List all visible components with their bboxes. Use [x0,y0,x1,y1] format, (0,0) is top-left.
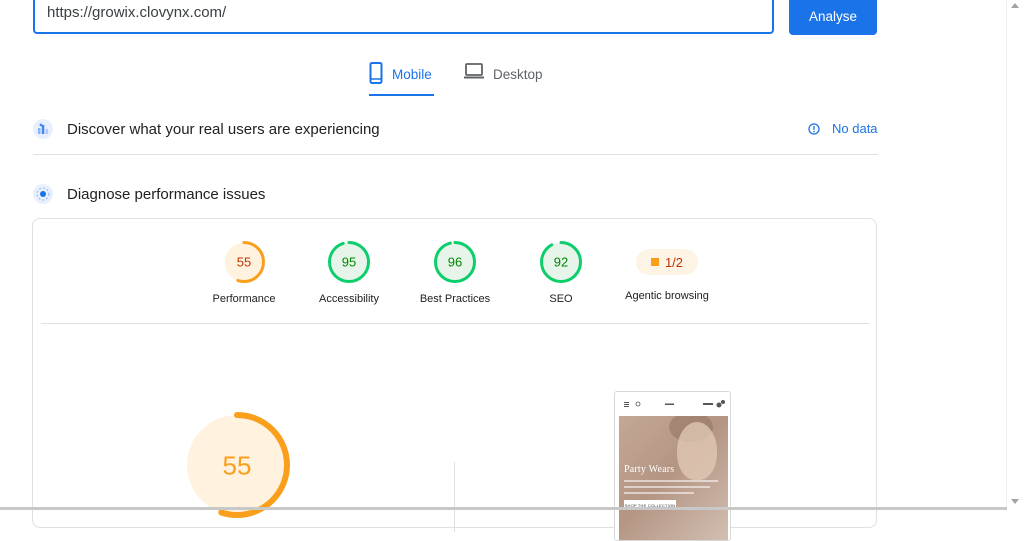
agentic-label: Agentic browsing [625,290,709,302]
diagnose-title: Diagnose performance issues [67,185,266,203]
tab-mobile-label: Mobile [392,67,432,82]
agentic-score-value: 1/2 [664,254,684,270]
average-square-icon [650,258,659,266]
no-data-link[interactable]: No data [808,121,878,136]
screenshot-nav [615,392,730,416]
crux-chart-icon [33,119,53,139]
tab-desktop[interactable]: Desktop [464,62,544,96]
report-card: 55 Performance 95 Accessibility 96 Best Pra… [32,218,877,541]
gauge-best-practices[interactable]: 96 Best Practices [400,239,510,305]
tab-mobile[interactable]: Mobile [369,62,434,96]
no-data-label: No data [832,121,878,136]
gauge-seo[interactable]: 92 SEO [506,239,616,305]
performance-main-gauge-score-value: 55 [223,450,252,480]
gauge-best-practices-ring: 96 [434,241,476,283]
lighthouse-icon [33,184,53,204]
gauge-performance-score-value: 55 [237,255,251,270]
info-icon [808,122,820,135]
gauge-accessibility-ring: 95 [328,241,370,283]
gauge-accessibility-score-value: 95 [342,255,356,270]
card-divider [41,323,869,324]
gauge-seo-ring: 92 [540,241,582,283]
vertical-separator [454,462,455,532]
page-screenshot: Party Wears SHOP THE COLLECTION [614,391,731,541]
gauge-best-practices-score-value: 96 [448,255,462,270]
gauge-agentic-browsing[interactable]: 1/2 Agentic browsing [612,239,722,302]
gauge-best-practices-label: Best Practices [419,293,491,305]
tab-desktop-label: Desktop [493,67,543,82]
section-divider [33,154,878,155]
smartphone-icon [369,62,383,84]
gauge-performance[interactable]: 55 Performance [189,239,299,305]
gauge-performance-ring: 55 [223,241,265,283]
vertical-scrollbar[interactable] [1006,0,1024,510]
diagnose-section: Diagnose performance issues [33,181,878,207]
gauge-seo-score-value: 92 [554,255,568,270]
laptop-icon [464,63,484,79]
real-users-section: Discover what your real users are experi… [33,116,878,142]
gauge-accessibility-label: Accessibility [319,293,379,305]
agentic-score-pill: 1/2 [636,249,698,275]
gauge-accessibility[interactable]: 95 Accessibility [294,239,404,305]
performance-main-gauge-ring: 55 [184,412,290,518]
gauge-seo-label: SEO [549,293,573,305]
scroll-up-arrow-icon[interactable] [1011,3,1019,8]
screenshot-hero: Party Wears SHOP THE COLLECTION [619,416,728,540]
screenshot-hero-title: Party Wears [624,464,675,475]
analyse-button[interactable]: Analyse [789,0,877,35]
url-input[interactable]: https://growix.clovynx.com/ [33,0,774,34]
real-users-title: Discover what your real users are experi… [67,120,380,138]
gauge-performance-label: Performance [212,293,276,305]
scroll-down-arrow-icon[interactable] [1011,499,1019,504]
